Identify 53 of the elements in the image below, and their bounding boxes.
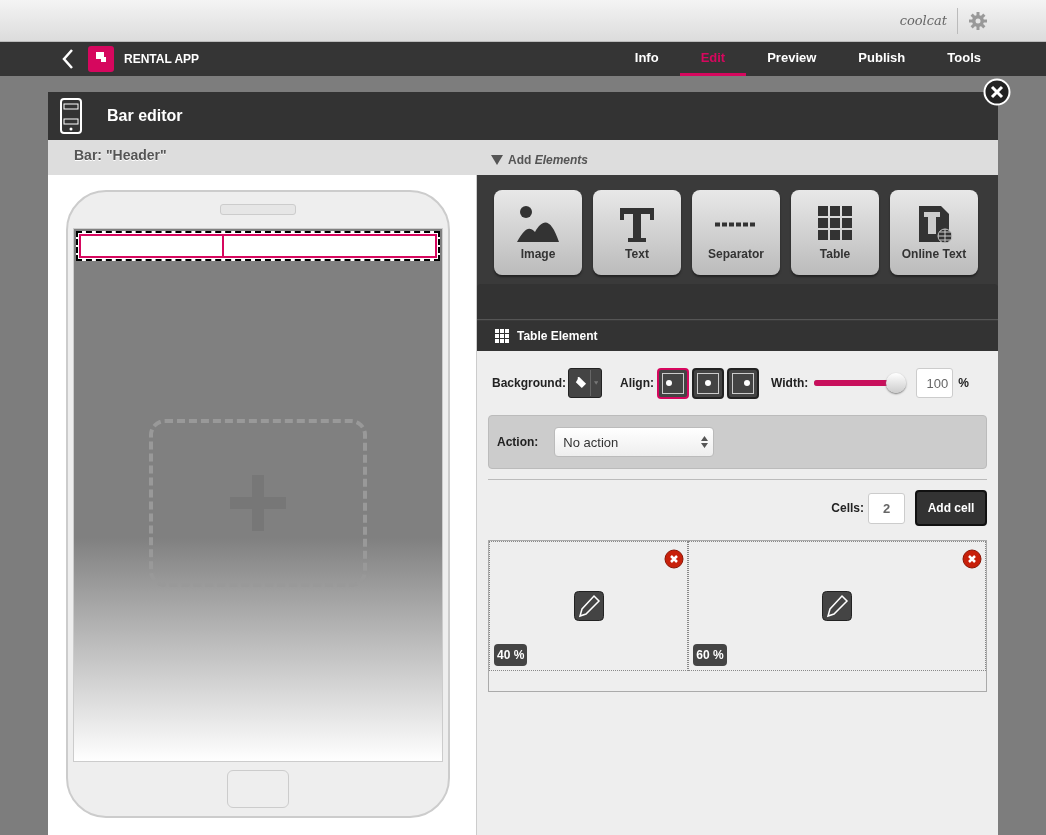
stepper-icon — [701, 436, 709, 448]
element-button[interactable]: Separator — [692, 190, 780, 275]
landscape-icon — [517, 204, 559, 244]
table-cell[interactable]: 40 % — [489, 541, 689, 671]
align-button[interactable] — [657, 367, 689, 399]
width-slider[interactable] — [814, 373, 907, 393]
paint-bucket-icon — [575, 375, 587, 391]
cells-field[interactable]: 2 — [868, 492, 905, 524]
nav-tab[interactable]: Info — [613, 42, 680, 76]
app-title: RENTAL APP — [124, 52, 200, 66]
close-icon[interactable] — [983, 78, 1011, 106]
table-cell[interactable]: 60 % — [688, 541, 986, 671]
username: coolcat — [899, 13, 947, 28]
header-bar-preview[interactable] — [76, 231, 440, 261]
width-field[interactable]: 100 — [916, 368, 954, 398]
width-label: Width: — [771, 376, 809, 390]
back-icon[interactable] — [62, 49, 74, 69]
background-label: Background: — [492, 376, 566, 390]
nav-tab[interactable]: Tools — [926, 42, 1002, 76]
delete-icon[interactable] — [962, 549, 982, 569]
element-button[interactable]: Table — [791, 190, 879, 275]
section-title: Table Element — [517, 329, 598, 343]
percent-label: % — [958, 376, 969, 390]
element-button[interactable]: Image — [494, 190, 582, 275]
delete-icon[interactable] — [664, 549, 685, 569]
slider-thumb[interactable] — [886, 373, 907, 393]
background-picker[interactable] — [568, 368, 602, 398]
element-button[interactable]: Online Text — [890, 190, 978, 275]
pencil-icon[interactable] — [822, 591, 853, 621]
align-label: Align: — [620, 376, 654, 390]
caret-icon — [593, 381, 598, 385]
action-dropdown[interactable]: No action — [554, 427, 715, 457]
element-button[interactable]: Text — [593, 190, 681, 275]
nav-tab[interactable]: Publish — [837, 42, 927, 76]
preview-cell[interactable] — [221, 234, 437, 258]
preview-cell[interactable] — [79, 234, 224, 258]
cells-label: Cells: — [831, 501, 864, 515]
width-badge: 60 % — [693, 644, 727, 666]
pencil-icon[interactable] — [573, 591, 604, 621]
logo-icon — [88, 46, 114, 72]
nav-tab[interactable]: Preview — [746, 42, 838, 76]
grid-icon — [495, 329, 509, 343]
phone-icon — [60, 98, 82, 134]
collapse-icon[interactable] — [491, 155, 503, 165]
add-cell-button[interactable]: Add cell — [915, 490, 987, 526]
width-badge: 40 % — [494, 644, 528, 666]
dashed-line-icon — [715, 221, 757, 227]
align-button[interactable] — [692, 367, 724, 399]
editor-title: Bar editor — [107, 107, 183, 125]
action-label: Action: — [497, 435, 539, 449]
align-button[interactable] — [727, 367, 759, 399]
section-heading: Add Elements — [508, 153, 589, 167]
bar-label: Bar: "Header" — [73, 146, 168, 163]
